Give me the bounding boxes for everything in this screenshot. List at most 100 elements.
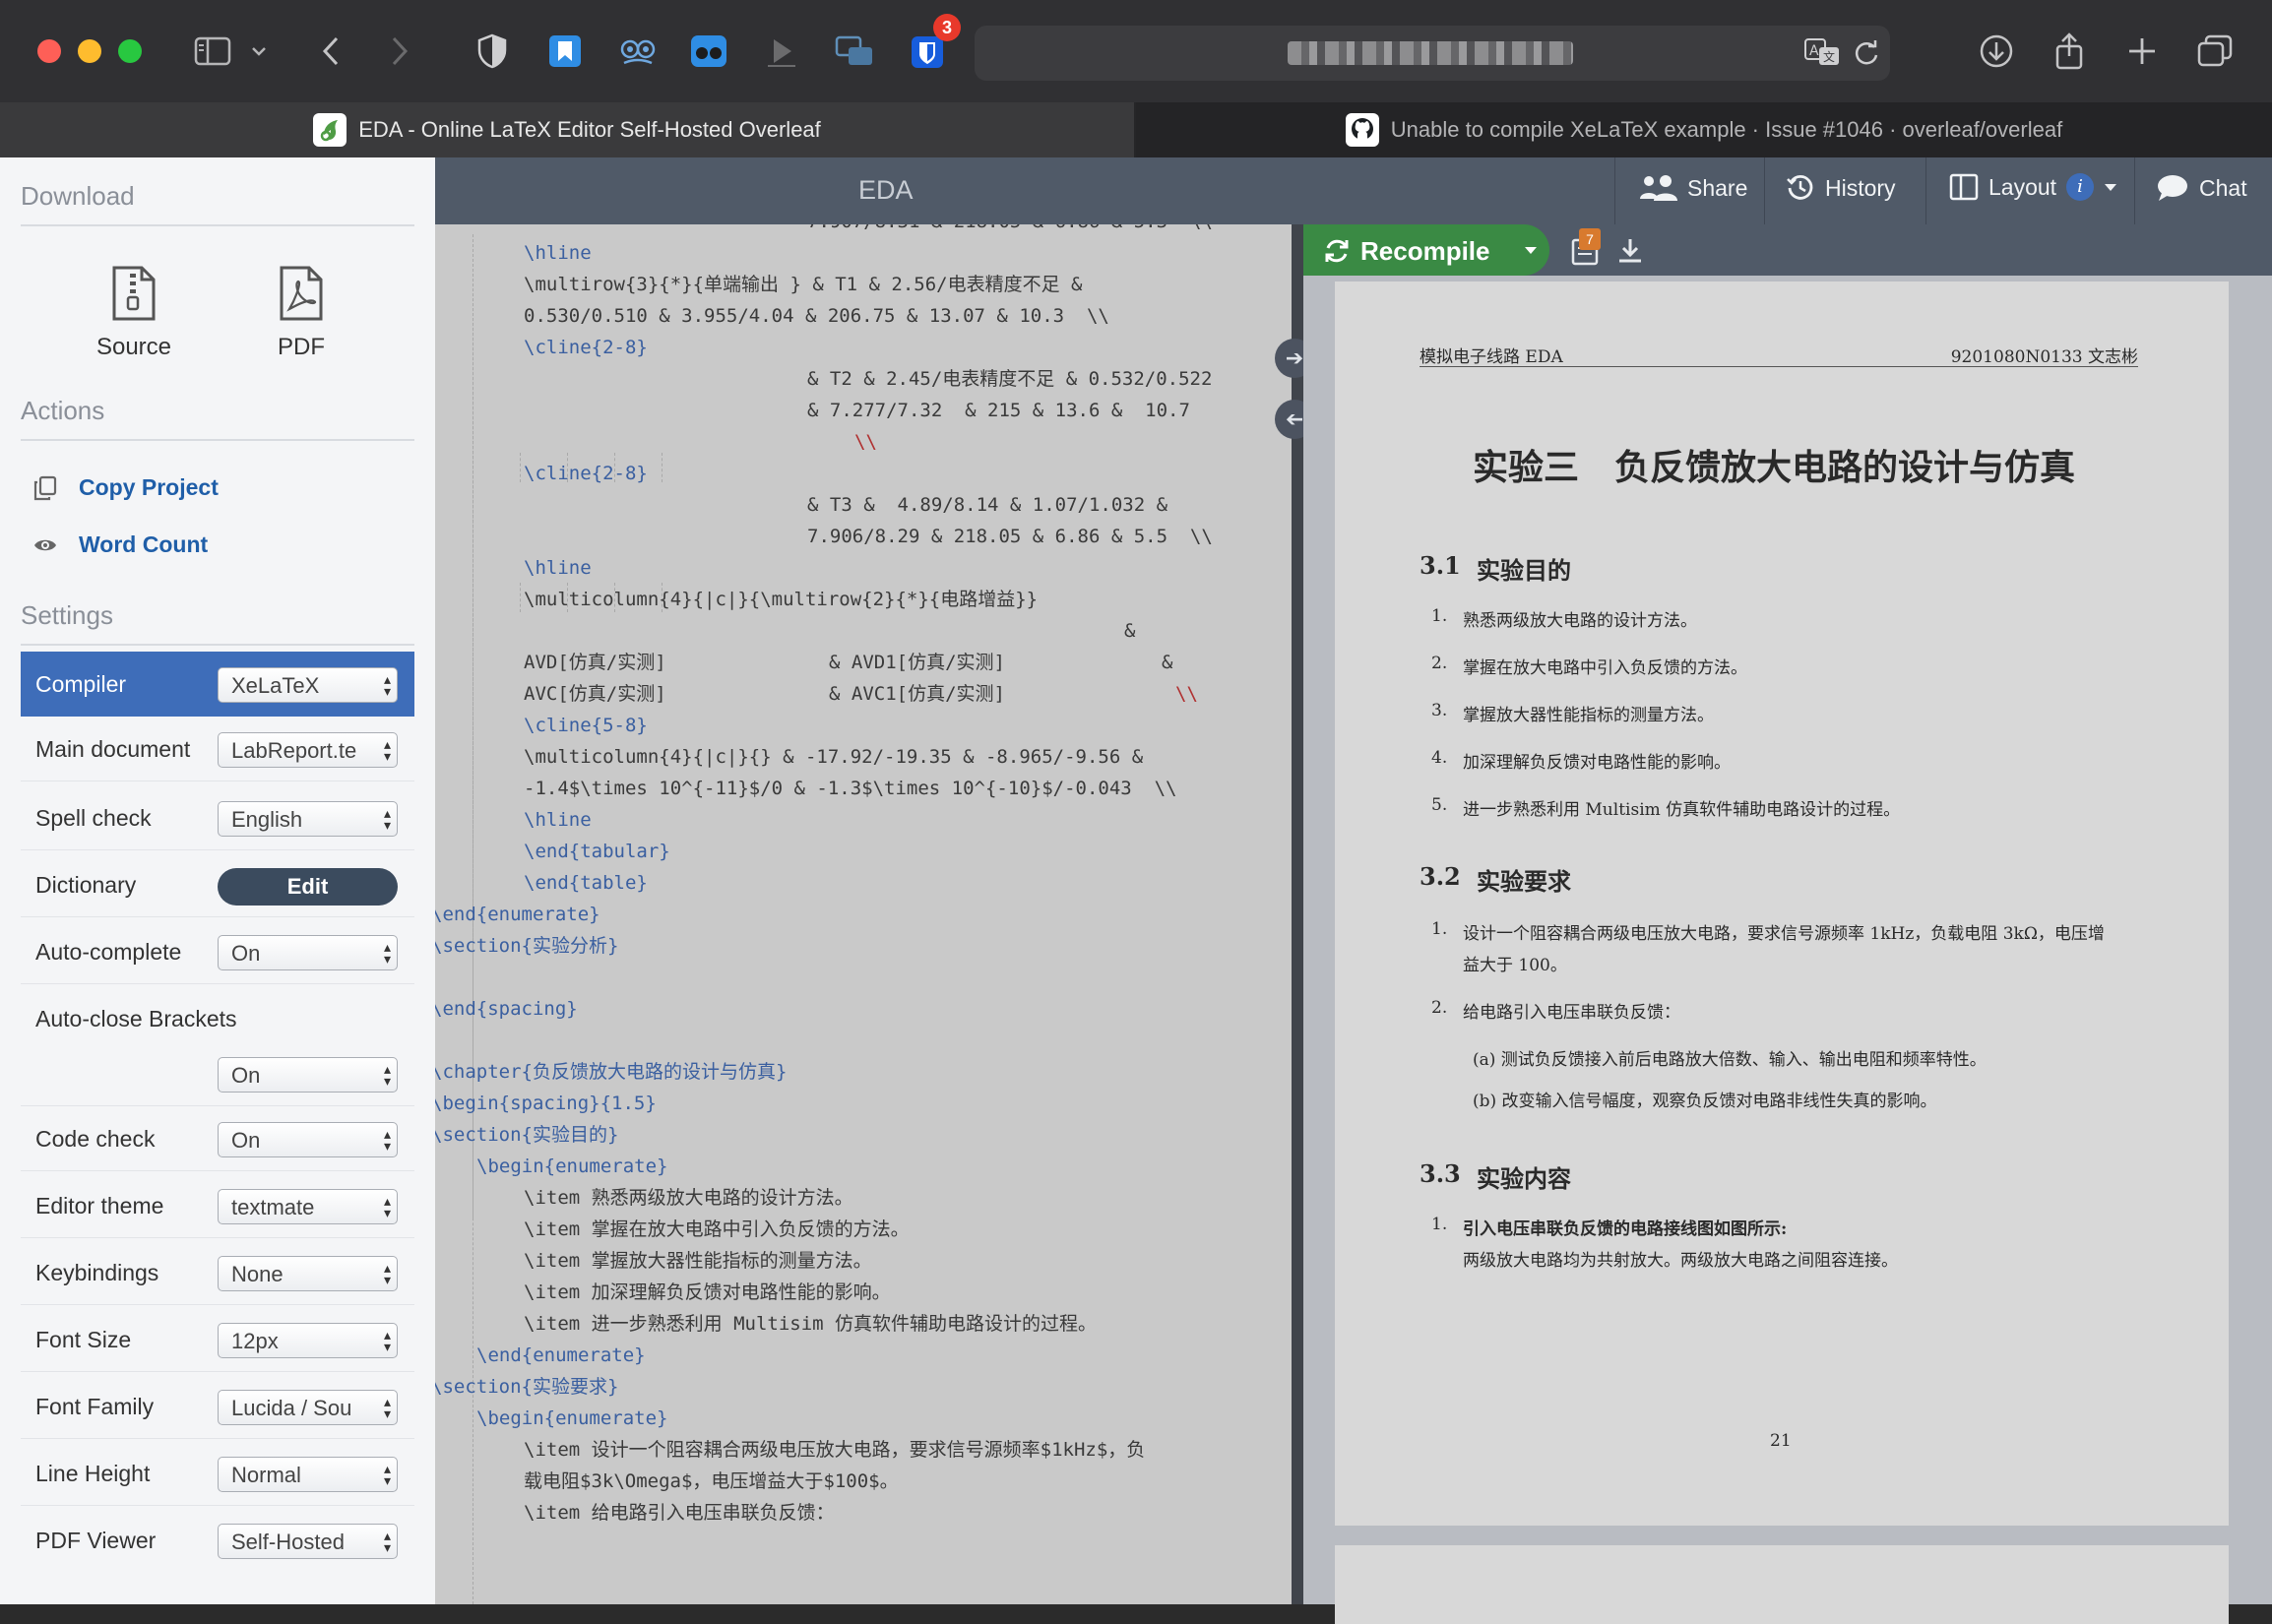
code-line: \item 掌握在放大电路中引入负反馈的方法。: [524, 1218, 910, 1240]
chevron-down-icon[interactable]: [244, 26, 274, 77]
setting-label: Auto-complete: [35, 939, 182, 965]
code-line: \item 进一步熟悉利用 Multisim 仿真软件辅助电路设计的过程。: [524, 1313, 1098, 1335]
actions-heading: Actions: [21, 396, 105, 425]
pdf-toolbar: Recompile 7: [1303, 224, 2272, 276]
indent-guide: [520, 453, 521, 482]
code-line: \section{实验目的}: [435, 1124, 619, 1146]
code-line: &: [1162, 652, 1173, 673]
list-item: 熟悉两级放大电路的设计方法。: [1463, 611, 1697, 631]
section-number: 3.3: [1420, 1159, 1461, 1188]
copy-project-label: Copy Project: [79, 474, 219, 500]
code-line: \multirow{3}{*}{单端输出 } & T1 & 2.56/电表精度不…: [524, 274, 1083, 295]
back-arrow-icon[interactable]: [305, 26, 356, 77]
code-line: \section{实验要求}: [435, 1376, 619, 1398]
pdf-next-page: [1335, 1545, 2229, 1624]
github-logo-icon: [1345, 113, 1379, 147]
downloads-icon[interactable]: [1971, 26, 2022, 77]
setting-label: Spell check: [35, 805, 152, 831]
setting-keybindings: Keybindings None ▴ ▾: [21, 1240, 414, 1305]
recompile-button[interactable]: Recompile: [1303, 224, 1549, 276]
bitwarden-icon[interactable]: 3: [906, 14, 961, 73]
caret-down-icon: [2105, 184, 2117, 191]
layout-button[interactable]: Layout i: [1949, 173, 2117, 201]
code-line: \\: [854, 431, 877, 453]
main-document-select[interactable]: LabReport.te ▴ ▾: [218, 732, 398, 768]
setting-label: Main document: [35, 736, 191, 762]
pdf-label: PDF: [278, 334, 325, 360]
download-pdf-button[interactable]: PDF: [242, 266, 360, 361]
translate-owl-icon[interactable]: [616, 30, 660, 73]
share-icon[interactable]: [2044, 26, 2095, 77]
privacy-shield-icon[interactable]: [471, 30, 514, 73]
screen-mirror-icon[interactable]: [833, 30, 876, 73]
share-button[interactable]: Share: [1638, 173, 1747, 203]
code-editor[interactable]: 7.907/8.31 & 218.05 & 6.86 & 5.3 \\ \hli…: [435, 224, 1292, 1604]
project-title[interactable]: EDA: [858, 175, 914, 206]
code-line: \chapter{负反馈放大电路的设计与仿真}: [435, 1061, 788, 1083]
history-label: History: [1825, 174, 1896, 201]
history-button[interactable]: History: [1786, 173, 1896, 203]
list-item: 1.: [1431, 919, 1448, 939]
minimize-window-button[interactable]: [78, 39, 101, 63]
new-tab-icon[interactable]: [2116, 26, 2168, 77]
compiler-select[interactable]: XeLaTeX ▴ ▾: [218, 667, 398, 703]
setting-dictionary: Dictionary Edit: [21, 852, 414, 917]
code-line: 7.907/8.31 & 218.05 & 6.86 & 5.3 \\: [807, 224, 1213, 232]
section-number: 3.2: [1420, 862, 1461, 891]
section-title: 实验内容: [1477, 1164, 1571, 1193]
code-line: -1.4$\times 10^{-11}$/0 & -1.3$\times 10…: [524, 778, 1177, 799]
code-check-select[interactable]: On ▴ ▾: [218, 1122, 398, 1157]
dictionary-edit-button[interactable]: Edit: [218, 868, 398, 906]
reload-icon[interactable]: [1853, 39, 1880, 72]
divider: [1614, 157, 1615, 224]
auto-complete-select[interactable]: On ▴ ▾: [218, 935, 398, 970]
tab-overview-icon[interactable]: [2189, 26, 2240, 77]
editor-theme-select[interactable]: textmate ▴ ▾: [218, 1189, 398, 1224]
caret-down-icon[interactable]: [1524, 246, 1538, 256]
setting-compiler: Compiler XeLaTeX ▴ ▾: [21, 652, 414, 717]
sidebar-toggle-icon[interactable]: [187, 26, 238, 77]
code-line: \end{tabular}: [524, 841, 670, 862]
page-number: 21: [1770, 1431, 1792, 1451]
code-line: \cline{2-8}: [524, 337, 648, 358]
pdf-viewer[interactable]: 模拟电子线路 EDA 9201080N0133 文志彬 实验三 负反馈放大电路的…: [1303, 276, 2272, 1624]
word-count-label: Word Count: [79, 531, 209, 557]
setting-label: Compiler: [35, 671, 127, 697]
close-window-button[interactable]: [37, 39, 61, 63]
code-line: \item 加深理解负反馈对电路性能的影响。: [524, 1281, 891, 1303]
zoom-window-button[interactable]: [118, 39, 142, 63]
copy-project-button[interactable]: Copy Project: [33, 474, 219, 501]
pdf-viewer-select[interactable]: Self-Hosted ▴ ▾: [218, 1524, 398, 1559]
download-pdf-icon[interactable]: [1616, 236, 1644, 269]
code-line: \item 掌握放大器性能指标的测量方法。: [524, 1250, 872, 1272]
keybindings-select[interactable]: None ▴ ▾: [218, 1256, 398, 1291]
font-size-select[interactable]: 12px ▴ ▾: [218, 1323, 398, 1358]
video-play-icon[interactable]: [760, 30, 803, 73]
tab-github-issue[interactable]: Unable to compile XeLaTeX example · Issu…: [1136, 102, 2272, 157]
translate-icon[interactable]: A文: [1803, 37, 1843, 72]
code-line: \hline: [524, 557, 592, 579]
address-bar[interactable]: A文: [975, 26, 1890, 81]
word-count-button[interactable]: Word Count: [33, 531, 208, 558]
chat-label: Chat: [2199, 174, 2247, 201]
auto-close-brackets-select[interactable]: On ▴ ▾: [218, 1057, 398, 1093]
glasses-extension-icon[interactable]: [687, 30, 730, 73]
code-line: & T3 & 4.89/8.14 & 1.07/1.032 &: [807, 494, 1168, 516]
logs-button[interactable]: 7: [1571, 228, 1601, 271]
setting-editor-theme: Editor theme textmate ▴ ▾: [21, 1173, 414, 1238]
tab-overleaf[interactable]: EDA - Online LaTeX Editor Self-Hosted Ov…: [0, 102, 1134, 157]
setting-label: Auto-close Brackets: [35, 1006, 237, 1031]
bookmark-extension-icon[interactable]: [543, 30, 587, 73]
list-item: 加深理解负反馈对电路性能的影响。: [1463, 753, 1731, 773]
editor-toolbar: EDA Share History Layout i Chat: [435, 157, 2272, 224]
spell-check-select[interactable]: English ▴ ▾: [218, 801, 398, 837]
font-family-select[interactable]: Lucida / Sou ▴ ▾: [218, 1390, 398, 1425]
download-heading: Download: [21, 181, 135, 211]
chat-button[interactable]: Chat: [2156, 173, 2247, 203]
chat-icon: [2158, 175, 2187, 201]
line-height-select[interactable]: Normal ▴ ▾: [218, 1457, 398, 1492]
download-source-button[interactable]: Source: [75, 266, 193, 361]
forward-arrow-icon[interactable]: [374, 26, 425, 77]
eye-icon: [34, 539, 56, 550]
setting-label: Editor theme: [35, 1193, 164, 1218]
